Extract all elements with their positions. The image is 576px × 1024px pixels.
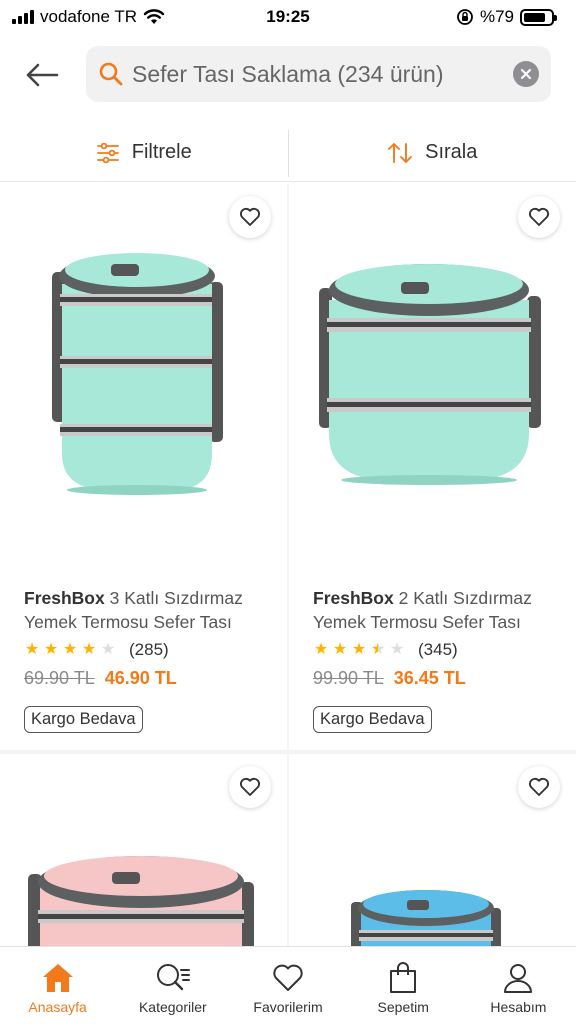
clear-search-button[interactable]	[513, 61, 539, 87]
new-price: 46.90 TL	[104, 668, 177, 688]
heart-icon	[240, 777, 260, 796]
filter-sort-bar: Filtrele Sırala	[0, 124, 576, 182]
product-card[interactable]	[289, 754, 576, 946]
add-to-favorites-button[interactable]	[518, 196, 560, 238]
product-brand: FreshBox	[24, 588, 105, 608]
product-image[interactable]	[0, 754, 287, 946]
battery-percent: %79	[479, 7, 514, 26]
search-header: Sefer Tası Saklama (234 ürün)	[0, 40, 576, 110]
heart-icon	[529, 207, 549, 226]
add-to-favorites-button[interactable]	[229, 766, 271, 808]
old-price: 99.90 TL	[313, 668, 384, 688]
sort-arrows-icon	[388, 142, 413, 163]
product-prices: 99.90 TL 36.45 TL	[313, 668, 466, 689]
add-to-favorites-button[interactable]	[229, 196, 271, 238]
user-icon	[504, 964, 533, 993]
nav-item-favorites[interactable]: Favorilerim	[230, 947, 345, 1024]
product-card[interactable]: FreshBox 3 Katlı Sızdırmaz Yemek Termosu…	[0, 184, 287, 750]
product-image[interactable]	[289, 184, 576, 574]
sort-button[interactable]: Sırala	[289, 124, 576, 181]
nav-label-home: Anasayfa	[28, 999, 87, 1015]
product-image[interactable]	[0, 184, 287, 574]
star-full-icon: ★	[62, 641, 78, 658]
free-shipping-badge: Kargo Bedava	[313, 706, 432, 733]
bag-icon	[390, 962, 417, 993]
search-icon	[99, 62, 123, 86]
filter-label: Filtrele	[131, 141, 192, 163]
home-icon	[42, 964, 73, 992]
product-card[interactable]: FreshBox 2 Katlı Sızdırmaz Yemek Termosu…	[289, 184, 576, 750]
free-shipping-badge: Kargo Bedava	[24, 706, 143, 733]
star-full-icon: ★	[24, 641, 40, 658]
arrow-left-icon	[26, 63, 59, 87]
heart-icon	[529, 777, 549, 796]
wifi-icon	[143, 9, 165, 24]
rating-count: (285)	[129, 640, 169, 659]
star-half-icon: ★	[370, 641, 386, 658]
product-rating: ★ ★ ★ ★ ★ (345)	[313, 640, 458, 660]
add-to-favorites-button[interactable]	[518, 766, 560, 808]
product-title[interactable]: FreshBox 3 Katlı Sızdırmaz Yemek Termosu…	[24, 586, 274, 634]
search-input[interactable]: Sefer Tası Saklama (234 ürün)	[86, 46, 551, 102]
battery-icon	[520, 8, 557, 26]
heart-icon	[273, 964, 303, 991]
rating-count: (345)	[418, 640, 458, 659]
categories-search-icon	[156, 964, 190, 991]
product-image[interactable]	[289, 754, 576, 946]
old-price: 69.90 TL	[24, 668, 95, 688]
nav-label-favorites: Favorilerim	[253, 999, 323, 1015]
nav-item-cart[interactable]: Sepetim	[346, 947, 461, 1024]
product-card[interactable]	[0, 754, 287, 946]
product-grid: FreshBox 3 Katlı Sızdırmaz Yemek Termosu…	[0, 184, 576, 946]
lunchbox-2-tier-image	[319, 264, 541, 485]
sort-label: Sırala	[425, 141, 478, 163]
product-brand: FreshBox	[313, 588, 394, 608]
lunchbox-3-tier-image	[52, 253, 223, 495]
product-title[interactable]: FreshBox 2 Katlı Sızdırmaz Yemek Termosu…	[313, 586, 563, 634]
nav-label-account: Hesabım	[490, 999, 547, 1015]
star-full-icon: ★	[81, 641, 97, 658]
filter-sliders-icon	[96, 142, 119, 163]
signal-icon	[12, 10, 34, 24]
status-right: %79	[456, 7, 557, 27]
status-bar: vodafone TR 19:25 %79	[0, 0, 576, 34]
nav-item-account[interactable]: Hesabım	[461, 947, 576, 1024]
rotation-lock-icon	[457, 9, 473, 25]
star-empty-icon: ★	[100, 641, 116, 658]
star-full-icon: ★	[43, 641, 59, 658]
star-full-icon: ★	[332, 641, 348, 658]
heart-icon	[240, 207, 260, 226]
product-rating: ★ ★ ★ ★ ★ (285)	[24, 640, 169, 660]
battery-fill	[524, 12, 545, 22]
status-left: vodafone TR	[12, 7, 165, 27]
bottom-navigation: Anasayfa Kategoriler Favorilerim Sepetim	[0, 946, 576, 1024]
star-full-icon: ★	[351, 641, 367, 658]
nav-label-categories: Kategoriler	[138, 999, 207, 1015]
nav-label-cart: Sepetim	[377, 999, 429, 1015]
star-full-icon: ★	[313, 641, 329, 658]
nav-item-categories[interactable]: Kategoriler	[115, 947, 230, 1024]
search-query[interactable]: Sefer Tası Saklama (234 ürün)	[132, 61, 513, 88]
close-icon	[520, 68, 532, 80]
carrier-label: vodafone TR	[40, 7, 138, 26]
filter-button[interactable]: Filtrele	[0, 124, 288, 181]
nav-item-home[interactable]: Anasayfa	[0, 947, 115, 1024]
star-empty-icon: ★	[389, 641, 405, 658]
product-prices: 69.90 TL 46.90 TL	[24, 668, 177, 689]
new-price: 36.45 TL	[393, 668, 466, 688]
back-button[interactable]	[12, 45, 72, 105]
